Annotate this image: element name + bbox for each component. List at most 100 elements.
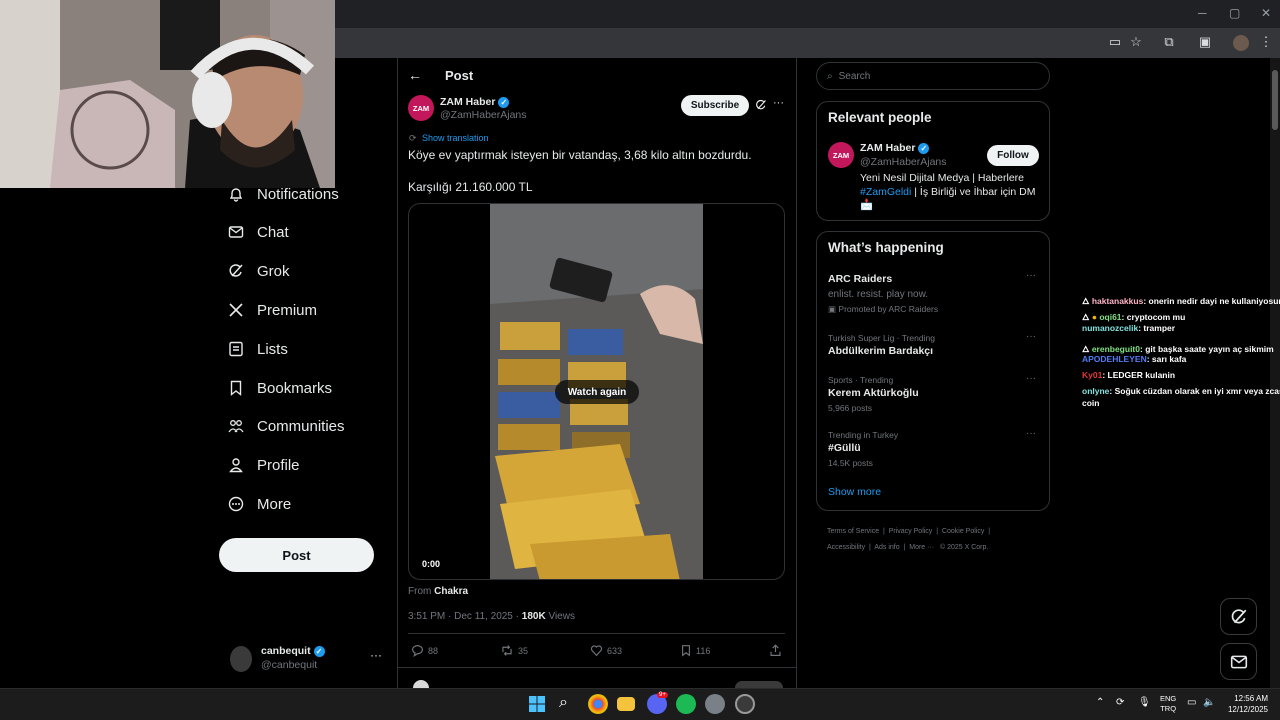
spotify-icon[interactable] xyxy=(676,694,696,714)
watch-again-button[interactable]: Watch again xyxy=(555,380,639,404)
footer-link-ads[interactable]: Ads info xyxy=(874,544,899,551)
nav-label: Chat xyxy=(257,223,289,241)
trend-item[interactable]: ARC Raiders enlist. resist. play now. ▣ … xyxy=(817,270,1049,318)
windows-start-icon[interactable] xyxy=(528,695,548,715)
back-arrow-icon[interactable]: ← xyxy=(408,67,422,83)
bookmark-star-icon[interactable]: ☆ xyxy=(1127,34,1145,50)
volume-icon[interactable]: 🔈 xyxy=(1203,697,1215,708)
footer-link-terms[interactable]: Terms of Service xyxy=(827,528,879,535)
minimize-button[interactable]: ─ xyxy=(1198,6,1207,20)
show-more-link[interactable]: Show more xyxy=(828,486,881,498)
page-scrollbar[interactable] xyxy=(1270,58,1280,688)
author-name[interactable]: ZAM Haber ✓ xyxy=(440,96,510,108)
post-more-icon[interactable]: ··· xyxy=(773,97,784,109)
nav-label: Grok xyxy=(257,262,290,280)
language-indicator[interactable]: ENG TRQ xyxy=(1160,694,1176,714)
bookmark-button[interactable]: 116 xyxy=(680,644,710,657)
app-icon[interactable] xyxy=(735,694,755,714)
heart-icon xyxy=(590,645,603,657)
network-icon[interactable]: ▭ xyxy=(1187,697,1196,708)
subscribe-button[interactable]: Subscribe xyxy=(681,95,749,116)
chat-line: coin xyxy=(1082,398,1100,408)
post-text-line2: Karşılığı 21.160.000 TL xyxy=(408,180,533,194)
nav-label: Lists xyxy=(257,340,288,358)
maximize-button[interactable]: ▢ xyxy=(1229,6,1240,20)
account-menu-icon[interactable]: ··· xyxy=(370,648,382,662)
footer-link-privacy[interactable]: Privacy Policy xyxy=(889,528,933,535)
scrollbar-thumb[interactable] xyxy=(1272,70,1278,130)
compose-post-button[interactable]: Post xyxy=(219,538,374,572)
relevant-people-title: Relevant people xyxy=(828,110,932,125)
hashtag-link[interactable]: #ZamGeldi xyxy=(860,186,911,198)
person-handle[interactable]: @ZamHaberAjans xyxy=(860,156,947,168)
share-icon[interactable] xyxy=(769,644,782,662)
nav-item-bookmarks[interactable]: Bookmarks xyxy=(228,374,332,402)
grok-icon xyxy=(1231,608,1246,623)
browser-menu-icon[interactable]: ⋮ xyxy=(1257,34,1275,50)
browser-profile-avatar[interactable] xyxy=(1233,35,1249,51)
like-button[interactable]: 633 xyxy=(590,644,622,657)
footer-link-cookies[interactable]: Cookie Policy xyxy=(942,528,984,535)
trend-item[interactable]: Trending in Turkey #Güllü 14.5K posts ··… xyxy=(817,428,1049,470)
tray-sync-icon[interactable]: ⟳ xyxy=(1116,697,1124,708)
verified-badge-icon: ✓ xyxy=(918,142,930,154)
reply-button[interactable]: 88 xyxy=(411,644,438,657)
account-handle: @canbequit xyxy=(261,659,318,671)
taskbar xyxy=(0,688,1280,720)
person-icon xyxy=(228,457,244,473)
microphone-icon[interactable]: 🎙 xyxy=(1138,697,1151,708)
page-title: Post xyxy=(445,68,474,83)
chat-badge-icon: 🜂 xyxy=(1082,296,1090,306)
trend-item[interactable]: Sports · Trending Kerem Aktürkoğlu 5,966… xyxy=(817,373,1049,415)
sidepanel-icon[interactable]: ▣ xyxy=(1196,34,1214,50)
taskbar-search-icon[interactable]: ⌕ xyxy=(559,694,568,712)
footer-link-accessibility[interactable]: Accessibility xyxy=(827,544,865,551)
nav-item-profile[interactable]: Profile xyxy=(228,451,300,479)
video-timestamp: 0:00 xyxy=(422,559,441,569)
from-attribution: From Chakra xyxy=(408,586,469,597)
settings-gear-icon[interactable] xyxy=(705,694,725,714)
nav-item-notifications[interactable]: Notifications xyxy=(228,180,339,208)
chrome-icon[interactable] xyxy=(588,694,608,714)
messages-float-button[interactable] xyxy=(1220,643,1257,680)
show-translation-link[interactable]: Show translation xyxy=(422,133,489,143)
inbox-emoji-icon: 📩 xyxy=(860,199,874,211)
bookmark-icon xyxy=(228,380,244,396)
close-window-button[interactable]: ✕ xyxy=(1261,6,1271,20)
footer-link-more[interactable]: More ··· xyxy=(909,544,934,551)
person-name[interactable]: ZAM Haber ✓ xyxy=(860,142,930,154)
nav-item-chat[interactable]: Chat xyxy=(228,218,289,246)
divider xyxy=(408,633,785,634)
grok-float-button[interactable] xyxy=(1220,598,1257,635)
file-explorer-icon[interactable] xyxy=(617,697,635,711)
from-source-link[interactable]: Chakra xyxy=(434,586,468,597)
grok-explain-icon[interactable] xyxy=(755,98,767,116)
video-player[interactable]: Watch again 0:00 xyxy=(408,203,785,580)
trend-more-icon[interactable]: ··· xyxy=(1026,331,1036,342)
nav-label: Notifications xyxy=(257,185,339,203)
person-avatar[interactable]: ZAM xyxy=(828,142,854,168)
clock[interactable]: 12:56 AM 12/12/2025 xyxy=(1224,693,1268,715)
search-box[interactable]: ⌕ Search xyxy=(816,62,1050,90)
communities-icon xyxy=(228,418,244,434)
cast-icon[interactable]: ▭ xyxy=(1106,34,1124,50)
author-avatar[interactable]: ZAM xyxy=(408,95,434,121)
trend-more-icon[interactable]: ··· xyxy=(1026,270,1036,281)
tray-overflow-icon[interactable]: ⌃ xyxy=(1096,697,1104,708)
trend-more-icon[interactable]: ··· xyxy=(1026,373,1036,384)
repost-button[interactable]: 35 xyxy=(500,644,528,657)
nav-item-grok[interactable]: Grok xyxy=(228,257,290,285)
trend-item[interactable]: Turkish Super Lig · Trending Abdülkerim … xyxy=(817,331,1049,361)
chat-sub-badge-icon: ● xyxy=(1091,312,1097,322)
follow-button[interactable]: Follow xyxy=(987,145,1039,166)
extensions-icon[interactable]: ⧉ xyxy=(1160,34,1178,50)
reply-submit-button[interactable] xyxy=(735,681,783,688)
nav-item-lists[interactable]: Lists xyxy=(228,335,288,363)
divider xyxy=(397,667,796,668)
nav-item-more[interactable]: More xyxy=(228,490,291,518)
author-handle[interactable]: @ZamHaberAjans xyxy=(440,109,527,121)
nav-item-communities[interactable]: Communities xyxy=(228,412,345,440)
nav-item-premium[interactable]: Premium xyxy=(228,296,317,324)
trend-more-icon[interactable]: ··· xyxy=(1026,428,1036,439)
account-switcher[interactable]: canbequit ✓ @canbequit ··· xyxy=(228,644,398,676)
